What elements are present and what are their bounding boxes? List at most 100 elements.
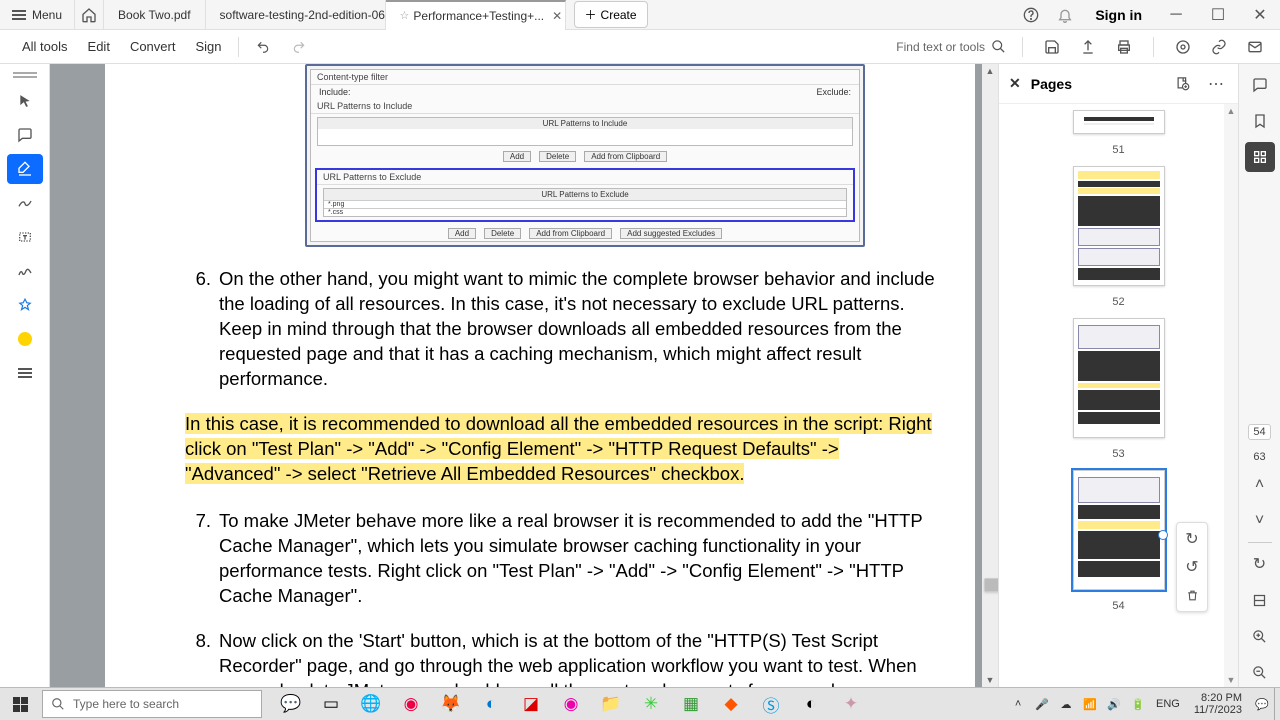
thumb-54[interactable] [1073,470,1165,590]
crop-icon[interactable] [1245,585,1275,615]
left-sidebar [0,64,50,687]
print-icon[interactable] [1111,34,1137,60]
fig-url-include: URL Patterns to Include [311,99,859,114]
thumb-51[interactable] [1073,110,1165,134]
taskbar-search[interactable]: Type here to search [42,690,262,718]
task-brave-icon[interactable]: ◆ [712,688,750,720]
signature-tool[interactable] [7,256,43,286]
tab-book-two[interactable]: Book Two.pdf [104,0,206,30]
zoom-out-icon[interactable] [1245,657,1275,687]
page-up-icon[interactable]: ˄ [1245,470,1275,500]
undo-button[interactable] [245,34,281,60]
windows-taskbar: Type here to search 💬 ▭ 🌐 ◉ 🦊 ◐ ◪ ◉ 📁 ✳ … [0,687,1280,720]
bell-icon[interactable] [1049,0,1081,30]
task-chrome-icon[interactable]: ◉ [392,688,430,720]
task-browser-icon[interactable]: ◐ [472,688,510,720]
new-page-icon[interactable] [1170,72,1194,96]
more-tools[interactable] [7,358,43,388]
doc-scrollbar[interactable]: ▲ ▼ [982,64,998,687]
draw-tool[interactable] [7,188,43,218]
task-cortana-icon[interactable]: 💬 [272,688,310,720]
ai-icon[interactable] [1170,34,1196,60]
grip-icon[interactable] [13,72,37,78]
rotate-view-icon[interactable]: ↻ [1245,549,1275,579]
tray-language[interactable]: ENG [1150,698,1186,710]
thumbnails-icon[interactable] [1245,142,1275,172]
scroll-up-icon[interactable]: ▲ [1224,104,1238,118]
create-button[interactable]: ＋ Create [574,1,648,28]
task-explorer-icon[interactable]: 📁 [592,688,630,720]
tray-mic-icon[interactable]: 🎤 [1030,688,1054,720]
text-tool[interactable] [7,222,43,252]
tray-battery-icon[interactable]: 🔋 [1126,688,1150,720]
bookmarks-icon[interactable] [1245,106,1275,136]
hamburger-icon [12,10,26,20]
tab-software-testing[interactable]: software-testing-2nd-edition-067... [206,0,386,30]
scroll-down-icon[interactable]: ▼ [1224,673,1238,687]
task-firefox-icon[interactable]: 🦊 [432,688,470,720]
mail-icon[interactable] [1242,34,1268,60]
comments-panel-icon[interactable] [1245,70,1275,100]
scroll-up-icon[interactable]: ▲ [982,64,998,78]
tray-notifications-icon[interactable]: 💬 [1250,688,1274,720]
divider [238,37,239,57]
tray-volume-icon[interactable]: 🔊 [1102,688,1126,720]
save-icon[interactable] [1039,34,1065,60]
close-button[interactable]: ✕ [1240,0,1280,30]
tray-chevron-icon[interactable]: ˄ [1006,688,1030,720]
edit-button[interactable]: Edit [78,33,120,60]
highlighted-text[interactable]: In this case, it is recommended to downl… [185,413,932,484]
task-steam-icon[interactable]: ◐ [792,688,830,720]
tray-wifi-icon[interactable]: 📶 [1078,688,1102,720]
convert-button[interactable]: Convert [120,33,186,60]
tab-close-icon[interactable]: ✕ [552,9,562,23]
thumbs-scrollbar[interactable]: ▲ ▼ [1224,104,1238,687]
scroll-thumb[interactable] [984,578,998,592]
task-recorder-icon[interactable]: ◉ [552,688,590,720]
pin-tool[interactable] [7,290,43,320]
list-num: 7. [185,509,211,609]
maximize-button[interactable]: ☐ [1198,0,1238,30]
rotate-ccw-icon[interactable]: ↺ [1181,557,1203,577]
redo-button[interactable] [281,34,317,60]
find-button[interactable]: Find text or tools [896,39,1006,54]
thumb-53[interactable] [1073,318,1165,438]
show-desktop-button[interactable] [1274,688,1280,720]
sign-button[interactable]: Sign [185,33,231,60]
home-button[interactable] [74,0,104,30]
comment-tool[interactable] [7,120,43,150]
task-acrobat-icon[interactable]: ◪ [512,688,550,720]
color-tool[interactable] [7,324,43,354]
tab-performance-testing[interactable]: ☆ Performance+Testing+... ✕ [386,0,566,30]
task-app-icon[interactable]: ▦ [672,688,710,720]
document-viewport[interactable]: Content-type filter Include:Exclude: URL… [50,64,998,687]
page-current[interactable]: 54 [1248,424,1270,440]
help-icon[interactable] [1015,0,1047,30]
minimize-button[interactable]: ─ [1156,0,1196,30]
task-view-icon[interactable]: ▭ [312,688,350,720]
system-tray: ˄ 🎤 ☁ 📶 🔊 🔋 ENG 8:20 PM 11/7/2023 💬 [1006,688,1280,720]
scroll-down-icon[interactable]: ▼ [982,673,998,687]
select-tool[interactable] [7,86,43,116]
task-skype-icon[interactable]: Ⓢ [752,688,790,720]
task-misc-icon[interactable]: ✦ [832,688,870,720]
menu-button[interactable]: Menu [0,0,74,29]
windows-logo-icon [13,697,28,712]
tray-onedrive-icon[interactable]: ☁ [1054,688,1078,720]
task-edge-icon[interactable]: 🌐 [352,688,390,720]
share-icon[interactable] [1075,34,1101,60]
signin-button[interactable]: Sign in [1083,7,1154,23]
close-panel-icon[interactable]: ✕ [1009,75,1021,92]
all-tools-button[interactable]: All tools [12,33,78,60]
zoom-in-icon[interactable] [1245,621,1275,651]
task-wechat-icon[interactable]: ✳ [632,688,670,720]
more-icon[interactable]: ⋯ [1204,72,1228,96]
delete-page-icon[interactable] [1181,585,1203,605]
tray-clock[interactable]: 8:20 PM 11/7/2023 [1186,692,1250,716]
thumb-52[interactable] [1073,166,1165,286]
highlight-tool[interactable] [7,154,43,184]
rotate-cw-icon[interactable]: ↻ [1181,529,1203,549]
start-button[interactable] [0,688,40,720]
page-down-icon[interactable]: ˅ [1245,506,1275,536]
link-icon[interactable] [1206,34,1232,60]
